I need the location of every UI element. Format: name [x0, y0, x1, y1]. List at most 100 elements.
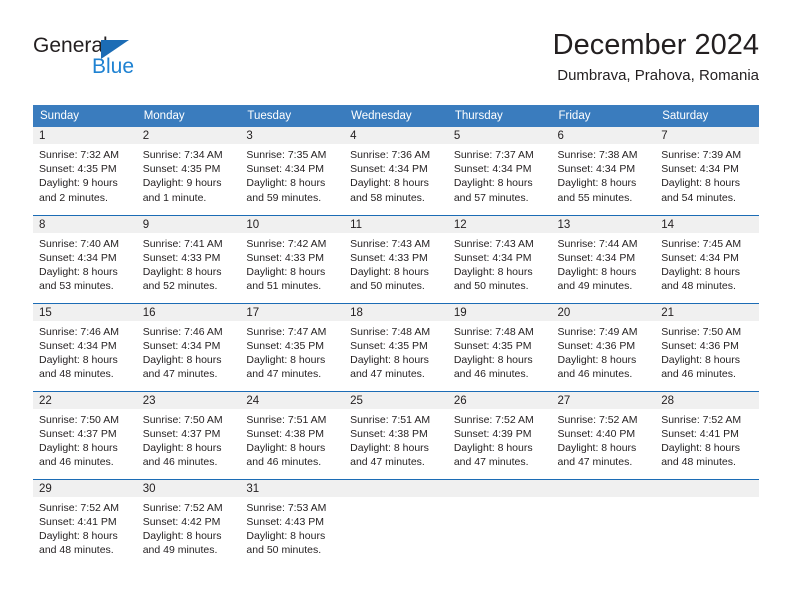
sunset-time: Sunset: 4:41 PM	[661, 427, 739, 440]
day-cell-empty	[551, 478, 656, 567]
sunrise-time: Sunrise: 7:52 AM	[453, 413, 534, 426]
day-details: Sunrise: 7:49 AM Sunset: 4:36 PM Daylight:…	[552, 321, 656, 382]
daylight-duration-line1: Daylight: 8 hours	[350, 265, 429, 278]
daylight-duration-line2: and 46 minutes.	[661, 368, 736, 381]
day-cell[interactable]: 6 Sunrise: 7:38 AM Sunset: 4:34 PM Daylight…	[551, 127, 656, 215]
day-number: 7	[655, 127, 759, 144]
day-cell[interactable]: 2 Sunrise: 7:34 AM Sunset: 4:35 PM Daylight…	[136, 127, 241, 215]
day-cell[interactable]: 30 Sunrise: 7:52 AM Sunset: 4:42 PM Dayligh…	[136, 478, 241, 567]
day-cell[interactable]: 27 Sunrise: 7:52 AM Sunset: 4:40 PM Dayligh…	[551, 390, 656, 479]
day-number: 21	[655, 303, 759, 321]
day-details: Sunrise: 7:32 AM Sunset: 4:35 PM Daylight:…	[33, 144, 137, 205]
day-number: 13	[551, 215, 656, 233]
sunset-time: Sunset: 4:34 PM	[557, 251, 636, 264]
daylight-duration-line1: Daylight: 8 hours	[142, 265, 222, 278]
day-cell[interactable]: 14 Sunrise: 7:45 AM Sunset: 4:34 PM Dayligh…	[655, 214, 759, 303]
day-details: Sunrise: 7:51 AM Sunset: 4:38 PM Daylight:…	[240, 409, 344, 470]
daylight-duration-line1: Daylight: 8 hours	[350, 441, 429, 454]
sunset-time: Sunset: 4:34 PM	[350, 163, 428, 176]
sunset-time: Sunset: 4:33 PM	[350, 251, 428, 264]
day-cell[interactable]: 3 Sunrise: 7:35 AM Sunset: 4:34 PM Daylight…	[240, 127, 345, 215]
sunset-time: Sunset: 4:33 PM	[246, 251, 325, 264]
day-details: Sunrise: 7:46 AM Sunset: 4:34 PM Daylight:…	[137, 321, 241, 382]
sunrise-time: Sunrise: 7:44 AM	[557, 237, 638, 250]
day-number: 29	[33, 479, 137, 497]
sunset-time: Sunset: 4:38 PM	[350, 427, 428, 440]
daylight-duration-line1: Daylight: 8 hours	[246, 353, 326, 366]
day-number: 31	[240, 479, 345, 497]
general-blue-logo[interactable]: General Blue	[33, 34, 213, 90]
daylight-duration-line2: and 57 minutes.	[453, 191, 529, 204]
day-cell[interactable]: 23 Sunrise: 7:50 AM Sunset: 4:37 PM Dayligh…	[136, 390, 241, 479]
daylight-duration-line1: Daylight: 9 hours	[142, 177, 222, 190]
day-cell[interactable]: 25 Sunrise: 7:51 AM Sunset: 4:38 PM Dayligh…	[344, 390, 448, 479]
day-cell[interactable]: 12 Sunrise: 7:43 AM Sunset: 4:34 PM Dayligh…	[447, 214, 552, 303]
day-cell-empty	[344, 478, 448, 567]
day-cell[interactable]: 9 Sunrise: 7:41 AM Sunset: 4:33 PM Daylight…	[136, 214, 241, 303]
sunrise-time: Sunrise: 7:37 AM	[453, 149, 534, 161]
sunset-time: Sunset: 4:35 PM	[453, 339, 532, 352]
sunrise-time: Sunrise: 7:50 AM	[142, 413, 223, 426]
daylight-duration-line2: and 47 minutes.	[557, 456, 633, 469]
day-number	[447, 479, 552, 497]
sunset-time: Sunset: 4:40 PM	[557, 427, 636, 440]
day-cell[interactable]: 13 Sunrise: 7:44 AM Sunset: 4:34 PM Dayligh…	[551, 214, 656, 303]
day-cell[interactable]: 10 Sunrise: 7:42 AM Sunset: 4:33 PM Dayligh…	[240, 214, 345, 303]
daylight-duration-line2: and 46 minutes.	[453, 368, 529, 381]
day-number: 9	[136, 215, 241, 233]
day-cell[interactable]: 24 Sunrise: 7:51 AM Sunset: 4:38 PM Dayligh…	[240, 390, 345, 479]
day-details: Sunrise: 7:43 AM Sunset: 4:33 PM Daylight:…	[344, 233, 448, 294]
page-header: General Blue December 2024 Dumbrava, Pra…	[33, 28, 759, 96]
calendar-week-row: 29 Sunrise: 7:52 AM Sunset: 4:41 PM Dayligh…	[33, 478, 759, 567]
day-cell[interactable]: 15 Sunrise: 7:46 AM Sunset: 4:34 PM Dayligh…	[33, 302, 137, 391]
day-cell[interactable]: 29 Sunrise: 7:52 AM Sunset: 4:41 PM Dayligh…	[33, 478, 137, 567]
sunrise-time: Sunrise: 7:50 AM	[39, 413, 119, 426]
day-cell[interactable]: 5 Sunrise: 7:37 AM Sunset: 4:34 PM Daylight…	[447, 127, 552, 215]
weekday-header-saturday: Saturday	[655, 105, 759, 127]
day-cell[interactable]: 1 Sunrise: 7:32 AM Sunset: 4:35 PM Daylight…	[33, 127, 137, 215]
day-cell[interactable]: 4 Sunrise: 7:36 AM Sunset: 4:34 PM Daylight…	[344, 127, 448, 215]
day-cell[interactable]: 11 Sunrise: 7:43 AM Sunset: 4:33 PM Dayligh…	[344, 214, 448, 303]
day-cell[interactable]: 8 Sunrise: 7:40 AM Sunset: 4:34 PM Daylight…	[33, 214, 137, 303]
day-cell[interactable]: 17 Sunrise: 7:47 AM Sunset: 4:35 PM Dayligh…	[240, 302, 345, 391]
daylight-duration-line2: and 50 minutes.	[350, 280, 425, 293]
day-number: 10	[240, 215, 345, 233]
day-cell[interactable]: 16 Sunrise: 7:46 AM Sunset: 4:34 PM Dayligh…	[136, 302, 241, 391]
sunrise-time: Sunrise: 7:46 AM	[39, 325, 119, 338]
day-cell[interactable]: 22 Sunrise: 7:50 AM Sunset: 4:37 PM Dayligh…	[33, 390, 137, 479]
day-details: Sunrise: 7:52 AM Sunset: 4:41 PM Daylight:…	[655, 409, 759, 470]
calendar-week-row: 1 Sunrise: 7:32 AM Sunset: 4:35 PM Daylight…	[33, 127, 759, 215]
daylight-duration-line2: and 48 minutes.	[39, 368, 114, 381]
sunset-time: Sunset: 4:36 PM	[557, 339, 636, 352]
day-details	[552, 497, 656, 501]
daylight-duration-line2: and 53 minutes.	[39, 280, 114, 293]
daylight-duration-line2: and 47 minutes.	[246, 368, 322, 381]
day-cell[interactable]: 7 Sunrise: 7:39 AM Sunset: 4:34 PM Daylight…	[655, 127, 759, 215]
day-cell[interactable]: 26 Sunrise: 7:52 AM Sunset: 4:39 PM Dayligh…	[447, 390, 552, 479]
sunset-time: Sunset: 4:33 PM	[142, 251, 221, 264]
day-cell[interactable]: 28 Sunrise: 7:52 AM Sunset: 4:41 PM Dayligh…	[655, 390, 759, 479]
daylight-duration-line2: and 51 minutes.	[246, 280, 322, 293]
day-cell[interactable]: 20 Sunrise: 7:49 AM Sunset: 4:36 PM Dayligh…	[551, 302, 656, 391]
daylight-duration-line1: Daylight: 8 hours	[246, 441, 326, 454]
daylight-duration-line2: and 46 minutes.	[39, 456, 114, 469]
sunset-time: Sunset: 4:34 PM	[39, 251, 117, 264]
day-details: Sunrise: 7:38 AM Sunset: 4:34 PM Daylight:…	[552, 144, 656, 205]
day-number: 27	[551, 391, 656, 409]
day-details: Sunrise: 7:41 AM Sunset: 4:33 PM Daylight:…	[137, 233, 241, 294]
daylight-duration-line2: and 47 minutes.	[453, 456, 529, 469]
day-cell[interactable]: 18 Sunrise: 7:48 AM Sunset: 4:35 PM Dayligh…	[344, 302, 448, 391]
day-cell[interactable]: 31 Sunrise: 7:53 AM Sunset: 4:43 PM Dayligh…	[240, 478, 345, 567]
day-details: Sunrise: 7:35 AM Sunset: 4:34 PM Daylight:…	[240, 144, 344, 205]
day-cell[interactable]: 19 Sunrise: 7:48 AM Sunset: 4:35 PM Dayligh…	[447, 302, 552, 391]
daylight-duration-line1: Daylight: 8 hours	[142, 529, 222, 542]
daylight-duration-line1: Daylight: 9 hours	[39, 177, 118, 190]
day-number: 2	[136, 127, 241, 144]
day-cell[interactable]: 21 Sunrise: 7:50 AM Sunset: 4:36 PM Dayligh…	[655, 302, 759, 391]
day-details: Sunrise: 7:48 AM Sunset: 4:35 PM Daylight:…	[448, 321, 552, 382]
day-details: Sunrise: 7:53 AM Sunset: 4:43 PM Daylight:…	[240, 497, 344, 558]
day-details: Sunrise: 7:48 AM Sunset: 4:35 PM Daylight:…	[344, 321, 448, 382]
day-number: 1	[33, 127, 137, 144]
daylight-duration-line1: Daylight: 8 hours	[39, 529, 118, 542]
sunset-time: Sunset: 4:39 PM	[453, 427, 532, 440]
